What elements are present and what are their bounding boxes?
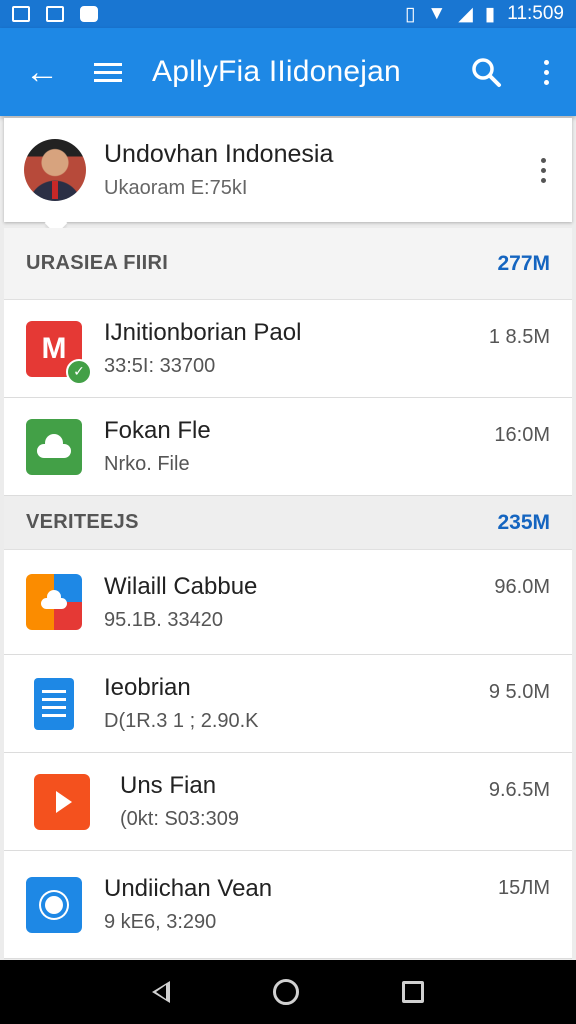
nav-home-icon[interactable] — [272, 979, 299, 1005]
item-size: 15ЛM — [497, 877, 550, 899]
section-header: VERITEEJS 235M — [4, 496, 572, 550]
list-item[interactable]: Wilaill Cabbue 95.1B. 33420 96.0M — [4, 550, 572, 655]
vibrate-icon: ▯ — [404, 3, 416, 25]
battery-icon: ▮ — [484, 3, 496, 25]
section-header: URASIEA FIIRI 277M — [4, 228, 572, 300]
signal-icon: ◢ — [458, 3, 473, 25]
check-icon: ✓ — [66, 358, 92, 385]
item-size: 16:0M — [494, 424, 550, 446]
app-bar: ← ApllyFia IIidonejan — [0, 28, 576, 116]
status-bar: ▯ ▼ ◢ ▮ 11:509 — [0, 0, 576, 28]
item-name: Fokan Fle — [104, 417, 211, 444]
profile-card[interactable]: Undovhan Indonesia Ukaoram E:75kI — [4, 118, 572, 222]
weather-icon — [26, 574, 82, 630]
item-meta: Nrko. File — [104, 453, 190, 475]
navigation-bar — [0, 960, 576, 1024]
mail-icon: M ✓ — [26, 320, 92, 385]
profile-name: Undovhan Indonesia — [104, 140, 334, 168]
more-vert-icon[interactable] — [516, 59, 576, 85]
list-item[interactable]: Undiichan Vean 9 kE6, 3:290 15ЛM — [4, 851, 572, 959]
item-meta: D(1R.3 1 ; 2.90.K — [104, 710, 259, 732]
item-meta: (0kt: S03:309 — [120, 808, 239, 830]
list-item[interactable]: Ieobrian D(1R.3 1 ; 2.90.K 9 5.0M — [4, 655, 572, 753]
item-meta: 33:5I: 33700 — [104, 355, 216, 377]
status-time: 11:509 — [507, 3, 564, 24]
app-icon — [80, 6, 98, 22]
cloud-icon — [26, 418, 82, 475]
item-size: 9.6.5M — [488, 779, 550, 801]
profile-subtitle: Ukaoram E:75kI — [104, 177, 248, 199]
list-item[interactable]: Fokan Fle Nrko. File 16:0M — [4, 398, 572, 496]
back-arrow-icon[interactable]: ← — [0, 55, 84, 89]
gallery-icon — [46, 6, 64, 22]
nav-recents-icon[interactable] — [402, 981, 425, 1003]
item-name: Ieobrian — [104, 674, 191, 701]
item-name: Uns Fian — [120, 772, 217, 799]
wifi-icon: ▼ — [427, 3, 447, 24]
play-icon — [34, 773, 90, 830]
section-size: 235M — [497, 510, 550, 534]
item-name: IJnitionborian Paol — [104, 319, 302, 346]
avatar — [24, 139, 86, 201]
storage-list: URASIEA FIIRI 277M M ✓ IJnitionborian Pa… — [4, 228, 572, 959]
document-icon — [26, 676, 82, 732]
item-name: Undiichan Vean — [104, 875, 273, 902]
item-size: 9 5.0M — [488, 681, 550, 703]
profile-more-icon[interactable] — [541, 157, 546, 183]
list-item[interactable]: M ✓ IJnitionborian Paol 33:5I: 33700 1 8… — [4, 300, 572, 398]
list-item[interactable]: Uns Fian (0kt: S03:309 9.6.5M — [4, 753, 572, 851]
item-name: Wilaill Cabbue — [104, 572, 258, 600]
search-icon[interactable] — [456, 56, 516, 88]
section-size: 277M — [497, 251, 550, 275]
brightness-icon — [26, 876, 82, 933]
section-label: VERITEEJS — [26, 511, 139, 533]
section-label: URASIEA FIIRI — [26, 252, 169, 274]
hamburger-menu-icon[interactable] — [84, 62, 132, 82]
item-meta: 9 kE6, 3:290 — [104, 911, 217, 933]
nav-back-icon[interactable] — [151, 981, 170, 1003]
app-title: ApllyFia IIidonejan — [152, 55, 401, 88]
item-meta: 95.1B. 33420 — [104, 608, 223, 631]
item-size: 96.0M — [494, 576, 550, 598]
screenshot-icon — [12, 6, 30, 22]
item-size: 1 8.5M — [488, 326, 550, 348]
